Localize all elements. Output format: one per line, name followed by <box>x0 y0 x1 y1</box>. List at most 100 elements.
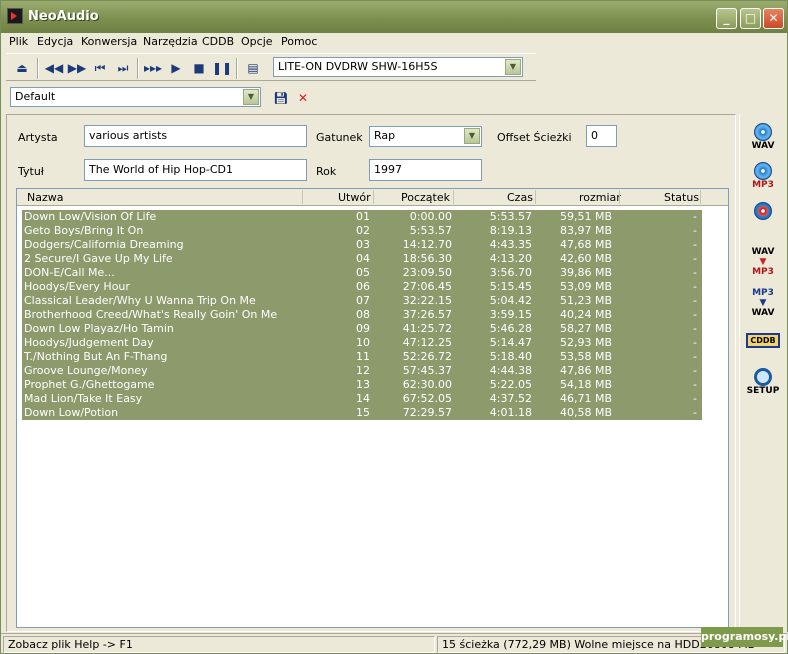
table-row[interactable]: Down Low/Potion 15 72:29.57 4:01.18 40,58 MB… <box>22 406 702 420</box>
rip-to-mp3-button[interactable]: MP3 <box>744 162 782 198</box>
drive-select[interactable]: LITE-ON DVDRW SHW-16H5S ▼ <box>273 57 523 77</box>
watermark: programosy.pl <box>701 627 788 647</box>
table-row[interactable]: DON-E/Call Me... 05 23:09.50 3:56.70 39,86 M… <box>22 266 702 280</box>
chevron-down-icon[interactable]: ▼ <box>464 128 480 144</box>
table-row[interactable]: Dodgers/California Dreaming 03 14:12.70 4:4… <box>22 238 702 252</box>
rip-special-button[interactable] <box>744 202 782 238</box>
table-row[interactable]: Down Low/Vision Of Life 01 0:00.00 5:53.57 5… <box>22 210 702 224</box>
profile-select[interactable]: Default ▼ <box>10 87 261 107</box>
track-name: Down Low/Potion <box>24 406 119 419</box>
player-toolbar: ⏏ ◀◀ ▶▶ ⏮ ⏭ ▸▸▸ ▶ ■ ❚❚ ▤ LITE-ON DVDRW S… <box>6 53 536 81</box>
track-list[interactable]: Nazwa Utwór Początek Czas rozmiar Status… <box>16 188 729 628</box>
close-button[interactable]: ✕ <box>763 8 784 29</box>
toolbar-separator <box>236 58 238 79</box>
menu-plik[interactable]: Plik <box>9 35 28 48</box>
track-start: 52:26.72 <box>402 350 452 363</box>
table-row[interactable]: 2 Secure/I Gave Up My Life 04 18:56.30 4:13… <box>22 252 702 266</box>
table-row[interactable]: Brotherhood Creed/What's Really Goin' On… <box>22 308 702 322</box>
track-number: 02 <box>356 224 370 237</box>
track-status: - <box>693 336 697 349</box>
column-header-start[interactable]: Początek <box>401 191 450 204</box>
column-header-time[interactable]: Czas <box>507 191 533 204</box>
track-start: 23:09.50 <box>402 266 452 279</box>
title-label: Tytuł <box>18 165 44 178</box>
track-status: - <box>693 210 697 223</box>
track-time: 4:43.35 <box>489 238 532 251</box>
track-time: 4:13.20 <box>489 252 532 265</box>
artist-field[interactable]: various artists <box>84 125 307 147</box>
column-header-track[interactable]: Utwór <box>338 191 371 204</box>
track-time: 5:22.05 <box>489 378 532 391</box>
title-bar[interactable]: NeoAudio _ □ ✕ <box>1 1 787 33</box>
column-divider[interactable] <box>373 190 374 204</box>
eject-icon[interactable]: ⏏ <box>12 59 32 77</box>
menu-cddb[interactable]: CDDB <box>202 35 234 48</box>
track-name: DON-E/Call Me... <box>24 266 115 279</box>
table-row[interactable]: Prophet G./Ghettogame 13 62:30.00 5:22.05 54… <box>22 378 702 392</box>
drive-properties-icon[interactable]: ▤ <box>243 59 263 77</box>
title-field[interactable]: The World of Hip Hop-CD1 <box>84 159 307 181</box>
maximize-button[interactable]: □ <box>740 8 761 29</box>
fast-forward-icon[interactable]: ▶▶ <box>67 59 87 77</box>
mp3-to-wav-button[interactable]: MP3 ▼ WAV <box>744 288 782 324</box>
track-start: 41:25.72 <box>402 322 452 335</box>
chevron-down-icon[interactable]: ▼ <box>505 59 521 75</box>
track-rows: Down Low/Vision Of Life 01 0:00.00 5:53.57 5… <box>22 210 702 420</box>
cddb-button[interactable]: CDDB <box>744 333 782 369</box>
track-size: 59,51 MB <box>559 210 612 223</box>
next-track-icon[interactable]: ⏭ <box>113 59 133 77</box>
play-icon[interactable]: ▶ <box>166 59 186 77</box>
track-status: - <box>693 294 697 307</box>
column-divider[interactable] <box>302 190 303 204</box>
menu-opcje[interactable]: Opcje <box>241 35 273 48</box>
table-row[interactable]: Hoodys/Judgement Day 10 47:12.25 5:14.47 52,… <box>22 336 702 350</box>
setup-button[interactable]: SETUP <box>744 368 782 404</box>
rewind-icon[interactable]: ◀◀ <box>44 59 64 77</box>
wav-to-mp3-button[interactable]: WAV ▼ MP3 <box>744 247 782 283</box>
play-all-icon[interactable]: ▸▸▸ <box>143 59 163 77</box>
column-header-size[interactable]: rozmiar <box>579 191 621 204</box>
pause-icon[interactable]: ❚❚ <box>212 59 232 77</box>
arrow-down-icon: ▼ <box>759 298 767 308</box>
genre-select[interactable]: Rap ▼ <box>369 126 482 147</box>
stop-icon[interactable]: ■ <box>189 59 209 77</box>
table-row[interactable]: Mad Lion/Take It Easy 14 67:52.05 4:37.52 46… <box>22 392 702 406</box>
track-name: Prophet G./Ghettogame <box>24 378 155 391</box>
column-divider[interactable] <box>453 190 454 204</box>
year-field[interactable]: 1997 <box>369 159 482 181</box>
save-icon[interactable]: 💾︎ <box>271 89 291 107</box>
menu-konwersja[interactable]: Konwersja <box>81 35 137 48</box>
previous-track-icon[interactable]: ⏮ <box>90 59 110 77</box>
setup-label: SETUP <box>746 386 780 396</box>
track-size: 58,27 MB <box>559 322 612 335</box>
cd-icon <box>754 123 772 141</box>
table-row[interactable]: Classical Leader/Why U Wanna Trip On Me 0… <box>22 294 702 308</box>
table-row[interactable]: T./Nothing But An F-Thang 11 52:26.72 5:18.… <box>22 350 702 364</box>
menu-edycja[interactable]: Edycja <box>37 35 73 48</box>
column-divider[interactable] <box>535 190 536 204</box>
track-name: T./Nothing But An F-Thang <box>24 350 168 363</box>
chevron-down-icon[interactable]: ▼ <box>243 89 259 105</box>
rip-to-wav-button[interactable]: WAV <box>744 123 782 159</box>
menu-pomoc[interactable]: Pomoc <box>281 35 317 48</box>
artist-label: Artysta <box>18 131 58 144</box>
menu-narzedzia[interactable]: Narzędzia <box>143 35 198 48</box>
drive-select-value: LITE-ON DVDRW SHW-16H5S <box>278 60 438 73</box>
album-panel: Artysta various artists Gatunek Rap ▼ Of… <box>6 114 736 632</box>
table-row[interactable]: Groove Lounge/Money 12 57:45.37 4:44.38 47,8… <box>22 364 702 378</box>
track-time: 4:01.18 <box>489 406 532 419</box>
delete-icon[interactable]: ✕ <box>293 89 313 107</box>
table-row[interactable]: Hoodys/Every Hour 06 27:06.45 5:15.45 53,09 … <box>22 280 702 294</box>
table-row[interactable]: Down Low Playaz/Ho Tamin 09 41:25.72 5:46.2… <box>22 322 702 336</box>
column-divider[interactable] <box>619 190 620 204</box>
track-status: - <box>693 350 697 363</box>
track-name: Down Low/Vision Of Life <box>24 210 157 223</box>
track-number: 09 <box>356 322 370 335</box>
track-offset-field[interactable]: 0 <box>586 125 617 147</box>
column-header-name[interactable]: Nazwa <box>27 191 63 204</box>
track-number: 06 <box>356 280 370 293</box>
table-row[interactable]: Geto Boys/Bring It On 02 5:53.57 8:19.13 83,… <box>22 224 702 238</box>
column-header-status[interactable]: Status <box>664 191 699 204</box>
column-divider[interactable] <box>700 190 701 204</box>
minimize-button[interactable]: _ <box>716 8 737 29</box>
